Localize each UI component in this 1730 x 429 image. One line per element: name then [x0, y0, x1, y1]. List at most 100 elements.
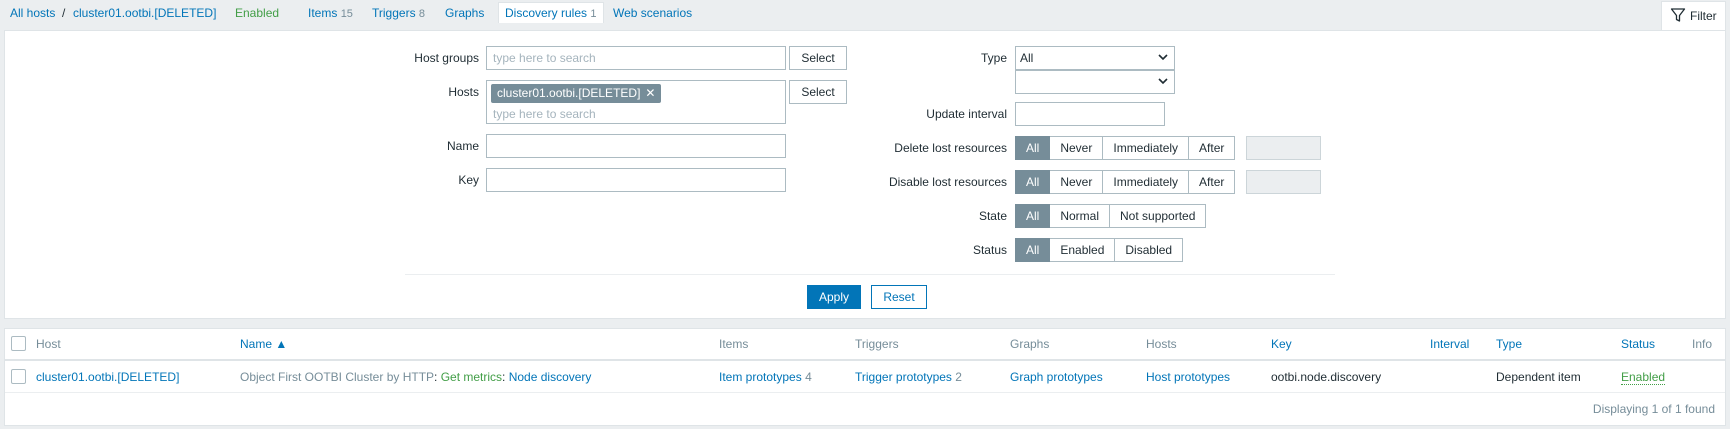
- status-disabled[interactable]: Disabled: [1115, 238, 1184, 262]
- row-host-link[interactable]: cluster01.ootbi.[DELETED]: [36, 370, 179, 384]
- filter-panel: Host groups type here to search Select H…: [4, 30, 1726, 319]
- state-normal[interactable]: Normal: [1050, 204, 1111, 228]
- breadcrumb-host[interactable]: cluster01.ootbi.[DELETED]: [73, 6, 216, 20]
- tab-items-count: 15: [340, 8, 353, 20]
- type-label: Type: [980, 51, 1007, 65]
- key-input[interactable]: [486, 168, 786, 192]
- tab-graphs[interactable]: Graphs: [445, 6, 484, 20]
- tab-discovery-rules[interactable]: Discovery rules 1: [498, 2, 604, 23]
- host-navigation: All hosts / cluster01.ootbi.[DELETED] En…: [0, 0, 1730, 31]
- filter-toggle[interactable]: Filter: [1661, 1, 1726, 31]
- disable-lost-never[interactable]: Never: [1050, 170, 1104, 194]
- state-segmented: All Normal Not supported: [1015, 204, 1207, 228]
- chevron-down-icon: [1158, 78, 1168, 85]
- apply-button[interactable]: Apply: [807, 285, 861, 309]
- disable-lost-segmented: All Never Immediately After: [1015, 170, 1236, 194]
- filter-divider: [405, 274, 1335, 275]
- status-enabled[interactable]: Enabled: [1050, 238, 1116, 262]
- state-all[interactable]: All: [1015, 204, 1051, 228]
- hosts-label: Hosts: [448, 85, 479, 99]
- host-groups-label: Host groups: [414, 51, 479, 65]
- tab-items[interactable]: Items 15: [308, 6, 353, 20]
- row-key: ootbi.node.discovery: [1271, 370, 1382, 384]
- host-chip-label: cluster01.ootbi.[DELETED]: [497, 86, 641, 100]
- delete-lost-after[interactable]: After: [1189, 136, 1236, 160]
- type-select[interactable]: All: [1015, 46, 1175, 70]
- col-key-sort[interactable]: Key: [1271, 337, 1292, 351]
- tab-triggers-count: 8: [418, 8, 426, 20]
- delete-lost-immediately[interactable]: Immediately: [1103, 136, 1190, 160]
- row-items: Item prototypes 4: [719, 370, 812, 384]
- type-select-value: All: [1020, 51, 1034, 65]
- type-sub-select[interactable]: [1015, 70, 1175, 94]
- state-not-supported[interactable]: Not supported: [1110, 204, 1207, 228]
- col-type-sort[interactable]: Type: [1496, 337, 1522, 351]
- host-chip: cluster01.ootbi.[DELETED] ✕: [491, 84, 662, 103]
- trigger-prototypes-count: 2: [955, 370, 962, 384]
- paging-summary: Displaying 1 of 1 found: [1592, 402, 1715, 416]
- disable-lost-immediately[interactable]: Immediately: [1103, 170, 1190, 194]
- update-interval-input[interactable]: [1015, 102, 1165, 126]
- table-row: cluster01.ootbi.[DELETED] Object First O…: [5, 361, 1725, 393]
- row-name-separator: :: [434, 370, 441, 384]
- reset-button[interactable]: Reset: [871, 285, 927, 309]
- row-type: Dependent item: [1496, 370, 1581, 384]
- key-label: Key: [458, 173, 479, 187]
- row-rule-link[interactable]: Node discovery: [509, 370, 592, 384]
- col-items: Items: [719, 337, 749, 351]
- row-name-separator: :: [502, 370, 509, 384]
- status-label: Status: [972, 243, 1007, 257]
- row-name: Object First OOTBI Cluster by HTTP: Get …: [240, 370, 591, 384]
- hosts-search-input[interactable]: type here to search: [493, 107, 596, 121]
- tab-web-scenarios[interactable]: Web scenarios: [613, 6, 692, 20]
- host-groups-select-button[interactable]: Select: [789, 46, 847, 70]
- col-hosts: Hosts: [1146, 337, 1177, 351]
- col-graphs: Graphs: [1010, 337, 1050, 351]
- chevron-down-icon: [1158, 54, 1168, 61]
- delete-lost-all[interactable]: All: [1015, 136, 1051, 160]
- host-groups-input[interactable]: type here to search: [486, 46, 786, 70]
- tab-triggers[interactable]: Triggers 8: [372, 6, 425, 20]
- disable-lost-after[interactable]: After: [1189, 170, 1236, 194]
- delete-lost-segmented: All Never Immediately After: [1015, 136, 1236, 160]
- state-label: State: [978, 209, 1007, 223]
- breadcrumb-all-hosts[interactable]: All hosts: [10, 6, 55, 20]
- delete-lost-label: Delete lost resources: [894, 141, 1007, 155]
- item-prototypes-count: 4: [805, 370, 812, 384]
- col-interval-sort[interactable]: Interval: [1430, 337, 1469, 351]
- hosts-multiselect[interactable]: cluster01.ootbi.[DELETED] ✕ type here to …: [486, 80, 786, 124]
- col-info: Info: [1692, 337, 1713, 351]
- name-input[interactable]: [486, 134, 786, 158]
- host-status[interactable]: Enabled: [235, 6, 279, 20]
- filter-icon: [1670, 8, 1686, 22]
- status-segmented: All Enabled Disabled: [1015, 238, 1184, 262]
- trigger-prototypes-link[interactable]: Trigger prototypes: [855, 370, 952, 384]
- name-label: Name: [446, 139, 479, 153]
- delete-lost-never[interactable]: Never: [1050, 136, 1104, 160]
- chip-remove-icon[interactable]: ✕: [645, 86, 655, 100]
- disable-lost-label: Disable lost resources: [888, 175, 1007, 189]
- host-prototypes-link[interactable]: Host prototypes: [1146, 370, 1230, 384]
- hosts-select-button[interactable]: Select: [789, 80, 847, 104]
- status-all[interactable]: All: [1015, 238, 1051, 262]
- table-header: Host Name ▲ Items Triggers Graphs Hosts …: [5, 329, 1725, 361]
- item-prototypes-link[interactable]: Item prototypes: [719, 370, 802, 384]
- col-host: Host: [36, 337, 61, 351]
- row-master-item-link[interactable]: Get metrics: [441, 370, 502, 384]
- disable-lost-all[interactable]: All: [1015, 170, 1051, 194]
- row-status-toggle[interactable]: Enabled: [1621, 370, 1666, 385]
- row-triggers: Trigger prototypes 2: [855, 370, 962, 384]
- tab-triggers-label: Triggers: [372, 6, 416, 20]
- breadcrumb-separator: /: [62, 6, 66, 20]
- graph-prototypes-link[interactable]: Graph prototypes: [1010, 370, 1103, 384]
- disable-lost-after-input: [1246, 170, 1321, 194]
- row-template-link[interactable]: Object First OOTBI Cluster by HTTP: [240, 370, 434, 384]
- filter-toggle-label: Filter: [1690, 9, 1717, 23]
- tab-discovery-label: Discovery rules: [505, 6, 588, 20]
- col-name-sort[interactable]: Name ▲: [240, 337, 287, 351]
- col-status-sort[interactable]: Status: [1621, 337, 1655, 351]
- row-checkbox[interactable]: [11, 369, 26, 384]
- update-interval-label: Update interval: [926, 107, 1007, 121]
- discovery-rules-table: Host Name ▲ Items Triggers Graphs Hosts …: [4, 328, 1726, 426]
- select-all-checkbox[interactable]: [11, 336, 26, 351]
